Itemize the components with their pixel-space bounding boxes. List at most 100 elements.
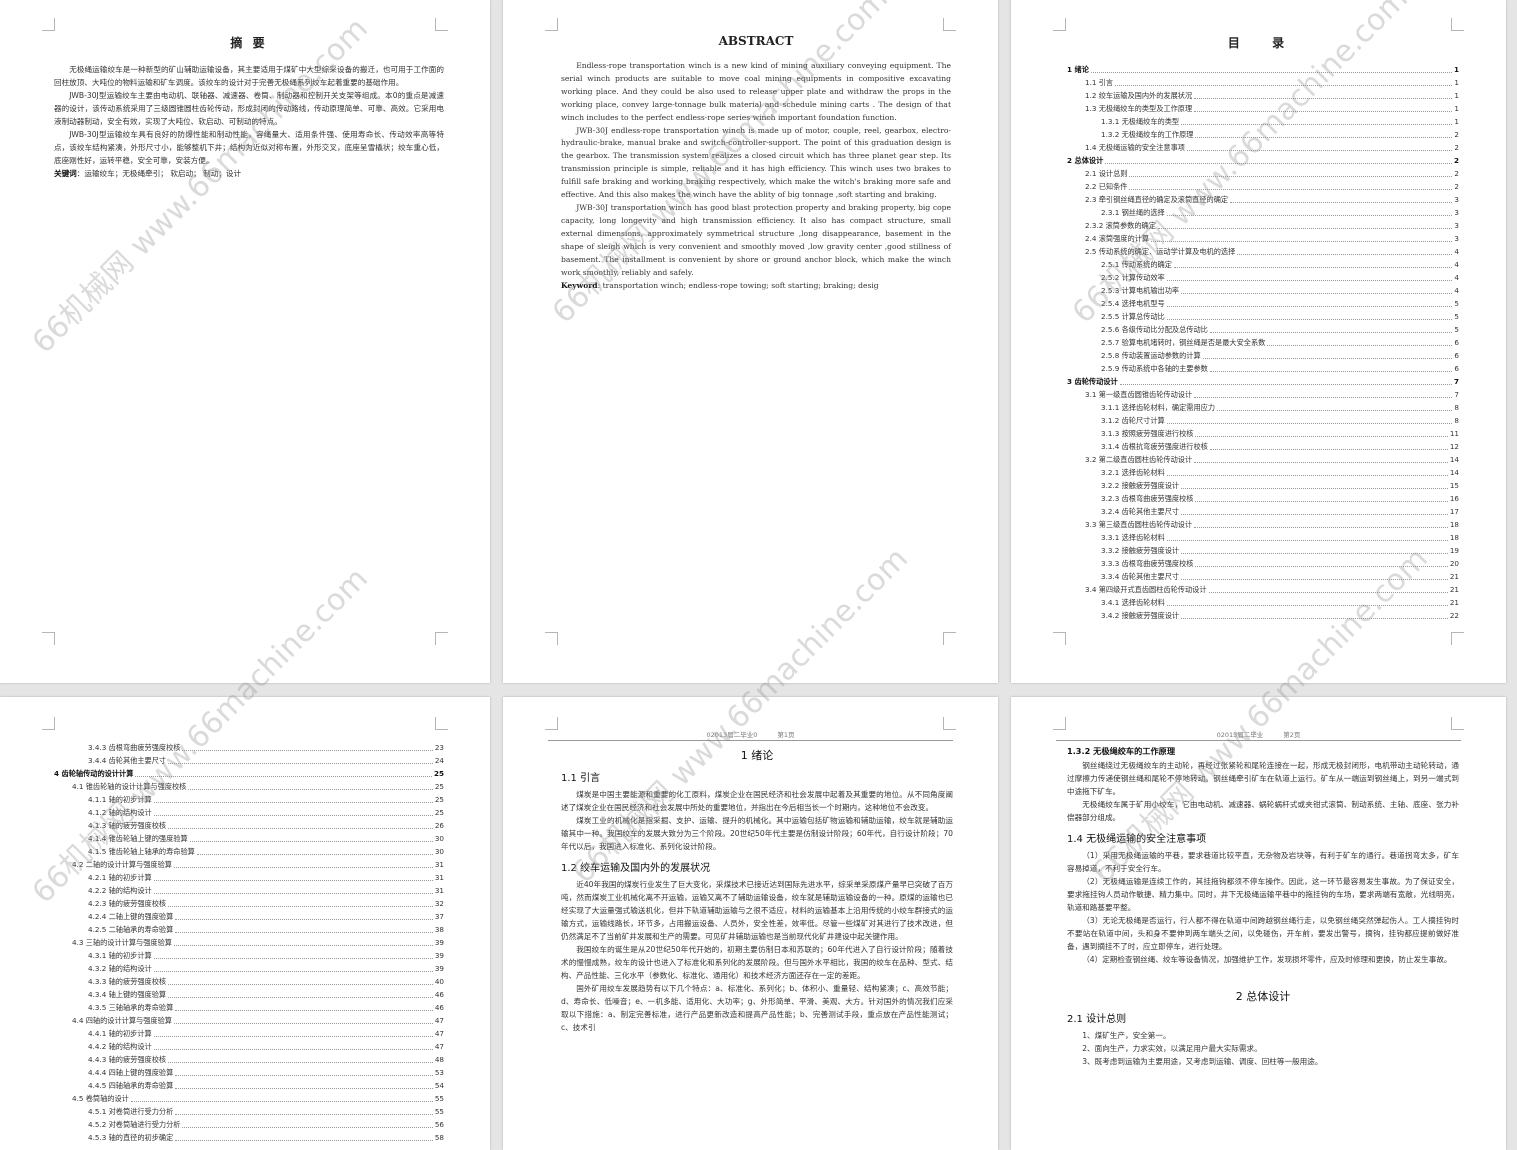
toc-entry[interactable]: 2.5.3 计算电机输出功率 4 — [1067, 284, 1459, 297]
toc-leader-dots — [1209, 332, 1453, 333]
toc-entry[interactable]: 4.3.2 轴的结构设计 39 — [54, 962, 444, 975]
toc-entry[interactable]: 4.1.1 轴的初步计算 25 — [54, 793, 444, 806]
toc-entry[interactable]: 3.3.3 齿根弯曲疲劳强度校核 20 — [1067, 557, 1459, 570]
toc-entry[interactable]: 3.2 第二级直齿圆柱齿轮传动设计 14 — [1067, 453, 1459, 466]
toc-entry[interactable]: 1.2 绞车运输及国内外的发展状况 1 — [1067, 89, 1459, 102]
toc-entry[interactable]: 2.5.7 验算电机堵转时，钢丝绳是否是最大安全系数 6 — [1067, 336, 1459, 349]
toc-entry[interactable]: 3.3 第三级直齿圆柱齿轮传动设计 18 — [1067, 518, 1459, 531]
toc-entry[interactable]: 4.4.2 轴的结构设计 47 — [54, 1040, 444, 1053]
toc-entry[interactable]: 3.3.2 接触疲劳强度设计 19 — [1067, 544, 1459, 557]
toc-entry[interactable]: 4.4.5 四轴轴承的寿命验算 54 — [54, 1079, 444, 1092]
toc-entry[interactable]: 4.2.4 二轴上键的强度验算 37 — [54, 910, 444, 923]
toc-entry[interactable]: 3.4 第四级开式直齿圆柱齿轮传动设计 21 — [1067, 583, 1459, 596]
toc-entry[interactable]: 1.3.1 无极绳绞车的类型 1 — [1067, 115, 1459, 128]
toc-entry[interactable]: 4.3.4 轴上键的强度验算 46 — [54, 988, 444, 1001]
toc-entry-page: 47 — [434, 1042, 444, 1051]
toc-entry[interactable]: 1.1 引言 1 — [1067, 76, 1459, 89]
toc-entry[interactable]: 3.4.1 选择齿轮材料 21 — [1067, 596, 1459, 609]
toc-entry[interactable]: 2.3 牵引钢丝绳直径的确定及滚筒直径的确定 3 — [1067, 193, 1459, 206]
toc-entry[interactable]: 4.4 四轴的设计计算与强度验算 47 — [54, 1014, 444, 1027]
toc-entry[interactable]: 4 齿轮轴传动的设计计算 25 — [54, 767, 444, 780]
toc-leader-dots — [153, 893, 433, 894]
toc-leader-dots — [182, 750, 433, 751]
toc-entry[interactable]: 2.3.2 滚筒参数的确定 3 — [1067, 219, 1459, 232]
toc-entry-title: 4.4.2 轴的结构设计 — [88, 1042, 152, 1051]
toc-entry-title: 2.5.9 传动系统中各轴的主要参数 — [1101, 364, 1208, 373]
toc-entry[interactable]: 4.1 锥齿轮轴的设计计算与强度校核 25 — [54, 780, 444, 793]
toc-entry[interactable]: 3.1.3 按照疲劳强度进行校核 11 — [1067, 427, 1459, 440]
toc-entry[interactable]: 4.4.1 轴的初步计算 47 — [54, 1027, 444, 1040]
toc-entry[interactable]: 4.4.4 四轴上键的强度验算 53 — [54, 1066, 444, 1079]
toc-entry[interactable]: 3.4.2 接触疲劳强度设计 22 — [1067, 609, 1459, 622]
toc-entry[interactable]: 2.3.1 钢丝绳的选择 3 — [1067, 206, 1459, 219]
toc-entry[interactable]: 4.5.3 轴的直径的初步确定 58 — [54, 1131, 444, 1144]
toc-entry[interactable]: 4.2.2 轴的结构设计 31 — [54, 884, 444, 897]
toc-entry-page: 47 — [434, 1016, 444, 1025]
toc-entry[interactable]: 2.5.9 传动系统中各轴的主要参数 6 — [1067, 362, 1459, 375]
toc-entry[interactable]: 1.3 无极绳绞车的类型及工作原理 1 — [1067, 102, 1459, 115]
toc-entry[interactable]: 4.3.5 三轴轴承的寿命验算 46 — [54, 1001, 444, 1014]
toc-entry[interactable]: 4.1.4 锥齿轮轴上键的强度验算 30 — [54, 832, 444, 845]
toc-entry-page: 2 — [1454, 169, 1459, 178]
toc-entry[interactable]: 4.3.1 轴的初步计算 39 — [54, 949, 444, 962]
toc-entry[interactable]: 3.3.4 齿轮其他主要尺寸 21 — [1067, 570, 1459, 583]
toc-entry[interactable]: 4.2.5 二轴轴承的寿命验算 38 — [54, 923, 444, 936]
toc-entry[interactable]: 4.3.3 轴的疲劳强度校核 40 — [54, 975, 444, 988]
toc-entry[interactable]: 2.1 设计总则 2 — [1067, 167, 1459, 180]
toc-entry[interactable]: 3 齿轮传动设计 7 — [1067, 375, 1459, 388]
page-toc-1: 目 录 1 绪论 1 1.1 引言 1 1.2 绞车运输及国内外的发展状况 1 1.3 无极… — [1011, 0, 1506, 683]
toc-entry-title: 4.5.1 对卷筒进行受力分析 — [88, 1107, 174, 1116]
toc-leader-dots — [1129, 176, 1453, 177]
toc-entry-title: 4.2.3 轴的疲劳强度校核 — [88, 899, 167, 908]
toc-entry[interactable]: 1.3.2 无极绳绞车的工作原理 2 — [1067, 128, 1459, 141]
toc-entry[interactable]: 3.2.1 选择齿轮材料 14 — [1067, 466, 1459, 479]
toc-entry[interactable]: 3.3.1 选择齿轮材料 18 — [1067, 531, 1459, 544]
toc-entry[interactable]: 2.5.5 计算总传动比 5 — [1067, 310, 1459, 323]
toc-entry[interactable]: 4.1.2 轴的结构设计 25 — [54, 806, 444, 819]
toc-leader-dots — [153, 815, 433, 816]
toc-entry[interactable]: 2.5 传动系统的确定、运动学计算及电机的选择 4 — [1067, 245, 1459, 258]
toc-entry-title: 3.3 第三级直齿圆柱齿轮传动设计 — [1085, 520, 1193, 529]
toc-entry-title: 2.3 牵引钢丝绳直径的确定及滚筒直径的确定 — [1085, 195, 1229, 204]
toc-entry[interactable]: 3.1 第一级直齿圆锥齿轮传动设计 7 — [1067, 388, 1459, 401]
toc-entry[interactable]: 1.4 无极绳运输的安全注意事项 2 — [1067, 141, 1459, 154]
toc-entry[interactable]: 2.5.4 选择电机型号 5 — [1067, 297, 1459, 310]
toc-entry[interactable]: 4.5.2 对卷筒轴进行受力分析 56 — [54, 1118, 444, 1131]
toc-entry-page: 56 — [434, 1120, 444, 1129]
toc-entry[interactable]: 3.4.3 齿根弯曲疲劳强度校核 23 — [54, 741, 444, 754]
toc-entry[interactable]: 3.4.4 齿轮其他主要尺寸 24 — [54, 754, 444, 767]
toc-entry-title: 2 总体设计 — [1067, 156, 1104, 165]
toc-entry[interactable]: 3.1.4 齿根抗弯疲劳强度进行校核 12 — [1067, 440, 1459, 453]
toc-entry[interactable]: 2.2 已知条件 2 — [1067, 180, 1459, 193]
toc-entry[interactable]: 2 总体设计 2 — [1067, 154, 1459, 167]
toc-entry[interactable]: 4.5.1 对卷筒进行受力分析 55 — [54, 1105, 444, 1118]
toc-entry[interactable]: 4.2.3 轴的疲劳强度校核 32 — [54, 897, 444, 910]
toc-entry-title: 4.5 卷筒轴的设计 — [72, 1094, 129, 1103]
toc-entry[interactable]: 2.5.6 各级传动比分配及总传动比 5 — [1067, 323, 1459, 336]
abstract-en-paragraph: JWB-30J endless-rope transportation winc… — [561, 125, 951, 200]
toc-entry[interactable]: 2.5.8 传动装置运动参数的计算 6 — [1067, 349, 1459, 362]
toc-entry[interactable]: 4.2 二轴的设计计算与强度验算 31 — [54, 858, 444, 871]
toc-entry[interactable]: 3.1.1 选择齿轮材料，确定需用应力 8 — [1067, 401, 1459, 414]
toc-leader-dots — [1115, 85, 1453, 86]
list-item: 2、面向生产，力求实效，以满足用户最大实际需求。 — [1082, 1044, 1262, 1053]
toc-entry[interactable]: 4.5 卷筒轴的设计 55 — [54, 1092, 444, 1105]
toc-entry[interactable]: 4.2.1 轴的初步计算 31 — [54, 871, 444, 884]
toc-entry-page: 6 — [1454, 351, 1459, 360]
toc-entry[interactable]: 3.2.4 齿轮其他主要尺寸 17 — [1067, 505, 1459, 518]
toc-entry-page: 2 — [1454, 143, 1459, 152]
toc-leader-dots — [1209, 371, 1453, 372]
toc-entry[interactable]: 4.1.3 轴的疲劳强度校核 26 — [54, 819, 444, 832]
toc-entry[interactable]: 3.1.2 齿轮尺寸计算 8 — [1067, 414, 1459, 427]
toc-entry[interactable]: 3.2.3 齿根弯曲疲劳强度校核 16 — [1067, 492, 1459, 505]
toc-entry[interactable]: 2.4 滚筒强度的计算 3 — [1067, 232, 1459, 245]
toc-entry[interactable]: 1 绪论 1 — [1067, 63, 1459, 76]
toc-entry[interactable]: 4.3 三轴的设计计算与强度验算 39 — [54, 936, 444, 949]
toc-entry[interactable]: 4.4.3 轴的疲劳强度校核 48 — [54, 1053, 444, 1066]
toc-entry-page: 31 — [434, 886, 444, 895]
toc-entry-title: 4.4.1 轴的初步计算 — [88, 1029, 152, 1038]
toc-entry[interactable]: 2.5.1 传动系统的确定 4 — [1067, 258, 1459, 271]
toc-entry[interactable]: 4.1.5 锥齿轮轴上轴承的寿命验算 30 — [54, 845, 444, 858]
toc-entry[interactable]: 2.5.2 计算传动效率 4 — [1067, 271, 1459, 284]
toc-entry[interactable]: 3.2.2 接触疲劳强度设计 15 — [1067, 479, 1459, 492]
